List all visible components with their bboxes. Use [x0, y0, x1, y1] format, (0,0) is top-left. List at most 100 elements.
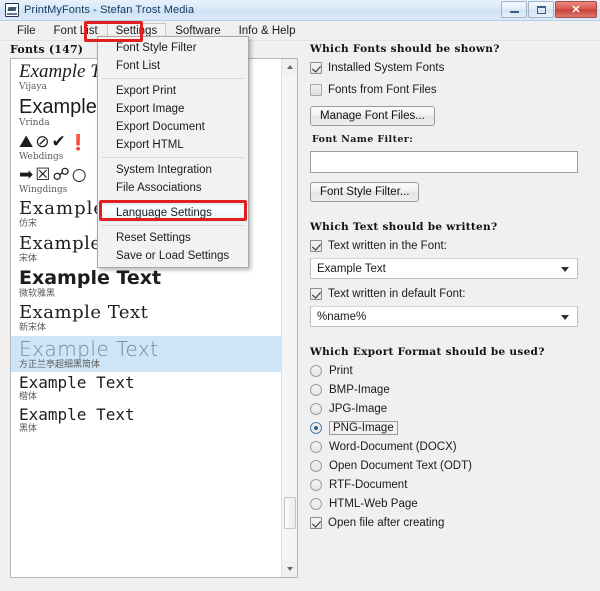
manage-font-files-button[interactable]: Manage Font Files... — [310, 106, 435, 126]
list-item[interactable]: Example Text 新宋体 — [11, 301, 282, 335]
radio-png-image[interactable]: PNG-Image — [310, 421, 592, 435]
checkbox-label: Installed System Fonts — [328, 62, 445, 74]
radio-label: JPG-Image — [329, 403, 388, 415]
radio-label: PNG-Image — [329, 421, 398, 435]
menu-option-export-html[interactable]: Export HTML — [98, 136, 248, 154]
font-name: 新宋体 — [19, 323, 47, 334]
radio-icon[interactable] — [310, 479, 322, 491]
radio-icon[interactable] — [310, 384, 322, 396]
checkbox-icon[interactable] — [310, 240, 322, 252]
menu-separator — [102, 78, 244, 79]
options-panel: Which Fonts should be shown? Installed S… — [310, 43, 592, 583]
radio-word-document[interactable]: Word-Document (DOCX) — [310, 441, 592, 453]
radio-jpg-image[interactable]: JPG-Image — [310, 403, 592, 415]
menu-item-file[interactable]: File — [8, 23, 45, 39]
font-name-filter-label: Font Name Filter: — [312, 134, 414, 145]
fonts-section-heading: Which Fonts should be shown? — [310, 43, 500, 55]
radio-icon[interactable] — [310, 422, 322, 434]
text-in-font-combo[interactable]: Example Text — [310, 258, 578, 279]
menu-option-export-image[interactable]: Export Image — [98, 100, 248, 118]
list-item[interactable]: Example Text 微软雅黑 — [11, 266, 282, 301]
list-item[interactable]: Example Text 黑体 — [11, 404, 282, 436]
chevron-down-icon[interactable] — [561, 266, 569, 272]
fonts-count-label: Fonts (147) — [10, 43, 84, 56]
menu-bar: File Font List Settings Software Info & … — [0, 21, 600, 41]
font-name: 微软雅黑 — [19, 288, 56, 299]
menu-option-system-integration[interactable]: System Integration — [98, 161, 248, 179]
radio-icon[interactable] — [310, 365, 322, 377]
font-name-filter-input[interactable] — [310, 151, 578, 173]
checkbox-icon[interactable] — [310, 84, 322, 96]
menu-option-export-document[interactable]: Export Document — [98, 118, 248, 136]
menu-separator — [102, 157, 244, 158]
radio-icon[interactable] — [310, 441, 322, 453]
radio-icon[interactable] — [310, 498, 322, 510]
checkbox-fonts-from-font-files[interactable]: Fonts from Font Files — [310, 84, 592, 96]
combo-value: Example Text — [317, 262, 386, 275]
checkbox-label: Text written in default Font: — [328, 288, 466, 300]
radio-label: Word-Document (DOCX) — [329, 441, 457, 453]
menu-option-file-associations[interactable]: File Associations — [98, 179, 248, 197]
combo-value: %name% — [317, 310, 367, 323]
font-sample: Example Text — [19, 338, 159, 360]
checkbox-label: Text written in the Font: — [328, 240, 447, 252]
text-section-heading: Which Text should be written? — [310, 221, 498, 233]
printer-icon — [5, 3, 19, 17]
checkbox-icon[interactable] — [310, 517, 322, 529]
window-controls: ✕ — [501, 1, 597, 18]
checkbox-label: Open file after creating — [328, 517, 445, 529]
checkbox-text-written-in-the-font[interactable]: Text written in the Font: — [310, 240, 592, 252]
checkbox-icon[interactable] — [310, 62, 322, 74]
radio-print[interactable]: Print — [310, 365, 592, 377]
radio-label: HTML-Web Page — [329, 498, 418, 510]
radio-label: Print — [329, 365, 353, 377]
menu-option-reset-settings[interactable]: Reset Settings — [98, 229, 248, 247]
menu-separator — [102, 200, 244, 201]
radio-label: BMP-Image — [329, 384, 390, 396]
triangle-up-icon[interactable] — [282, 59, 297, 75]
font-sample: Example Text — [19, 269, 162, 289]
radio-icon[interactable] — [310, 403, 322, 415]
checkbox-icon[interactable] — [310, 288, 322, 300]
maximize-button[interactable] — [528, 1, 554, 18]
title-bar: PrintMyFonts - Stefan Trost Media ✕ — [0, 0, 600, 21]
scrollbar-thumb[interactable] — [284, 497, 296, 529]
font-name: 楷体 — [19, 391, 38, 402]
font-style-filter-row: Font Style Filter... — [310, 182, 592, 202]
manage-font-files-row: Manage Font Files... — [310, 106, 592, 126]
font-name: 方正兰亭超细黑简体 — [19, 359, 101, 370]
font-name: 黑体 — [19, 424, 38, 435]
menu-option-font-list[interactable]: Font List — [98, 57, 248, 75]
font-sample: Example Text — [19, 304, 149, 324]
app-window: PrintMyFonts - Stefan Trost Media ✕ File… — [0, 0, 600, 591]
settings-dropdown-menu: Font Style Filter Font List Export Print… — [97, 36, 249, 268]
radio-label: RTF-Document — [329, 479, 408, 491]
radio-html-web-page[interactable]: HTML-Web Page — [310, 498, 592, 510]
chevron-down-icon[interactable] — [561, 314, 569, 320]
list-item[interactable]: Example Text 楷体 — [11, 372, 282, 404]
window-title: PrintMyFonts - Stefan Trost Media — [24, 4, 195, 16]
list-item-selected[interactable]: Example Text 方正兰亭超细黑简体 — [11, 335, 282, 373]
text-in-default-font-combo[interactable]: %name% — [310, 306, 578, 327]
radio-icon[interactable] — [310, 460, 322, 472]
checkbox-label: Fonts from Font Files — [328, 84, 437, 96]
menu-separator — [102, 225, 244, 226]
checkbox-text-written-in-default-font[interactable]: Text written in default Font: — [310, 288, 592, 300]
menu-option-save-or-load-settings[interactable]: Save or Load Settings — [98, 247, 248, 265]
minimize-button[interactable] — [501, 1, 527, 18]
close-button[interactable]: ✕ — [555, 1, 597, 18]
checkbox-installed-system-fonts[interactable]: Installed System Fonts — [310, 62, 592, 74]
radio-label: Open Document Text (ODT) — [329, 460, 472, 472]
radio-rtf-document[interactable]: RTF-Document — [310, 479, 592, 491]
font-style-filter-button[interactable]: Font Style Filter... — [310, 182, 420, 202]
font-sample: Example Text — [19, 375, 135, 392]
menu-option-font-style-filter[interactable]: Font Style Filter — [98, 39, 248, 57]
menu-option-language-settings[interactable]: Language Settings — [98, 204, 248, 222]
font-list-scrollbar[interactable] — [281, 59, 297, 577]
radio-open-document-text[interactable]: Open Document Text (ODT) — [310, 460, 592, 472]
menu-option-export-print[interactable]: Export Print — [98, 82, 248, 100]
triangle-down-icon[interactable] — [282, 561, 297, 577]
export-section-heading: Which Export Format should be used? — [310, 346, 545, 358]
checkbox-open-file-after-creating[interactable]: Open file after creating — [310, 517, 592, 529]
radio-bmp-image[interactable]: BMP-Image — [310, 384, 592, 396]
